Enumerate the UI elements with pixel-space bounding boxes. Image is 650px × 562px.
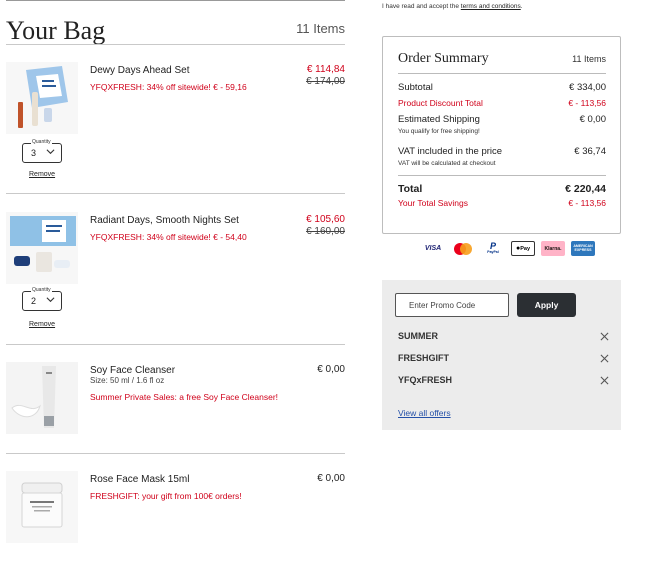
item-price: € 0,00 <box>317 364 345 375</box>
klarna-icon: Klarna. <box>541 241 565 256</box>
close-icon[interactable] <box>600 354 609 363</box>
product-image-dewy-days[interactable] <box>6 62 78 134</box>
vat-value: € 36,74 <box>574 146 606 157</box>
apply-button[interactable]: Apply <box>517 293 576 317</box>
paypal-icon: P PayPal <box>487 241 499 255</box>
amex-icon: AMERICAN EXPRESS <box>571 241 595 256</box>
bag-title-divider <box>6 44 345 45</box>
summary-title: Order Summary <box>398 51 489 66</box>
savings-value: € - 113,56 <box>568 198 606 208</box>
item-name[interactable]: Dewy Days Ahead Set <box>90 65 190 76</box>
terms-text: I have read and accept the <box>382 3 461 10</box>
bag-item-count: 11 Items <box>296 21 345 36</box>
vat-label: VAT included in the price <box>398 146 503 157</box>
bag-item-soy-cleanser: Soy Face Cleanser Size: 50 ml / 1.6 fl o… <box>6 362 345 436</box>
visa-icon: VISA <box>424 245 442 252</box>
bag-title: Your Bag <box>6 16 106 45</box>
promo-code-summer: SUMMER <box>398 331 438 341</box>
summary-item-count: 11 Items <box>572 54 606 64</box>
chevron-down-icon <box>46 297 55 303</box>
product-image-rose-mask[interactable] <box>6 471 78 543</box>
item-promo: YFQXFRESH: 34% off sitewide! € - 59,16 <box>90 82 247 92</box>
terms-end: . <box>520 3 523 10</box>
bag-item-dewy-days: Dewy Days Ahead Set YFQXFRESH: 34% off s… <box>6 62 345 182</box>
order-summary: Order Summary 11 Items Subtotal € 334,00… <box>382 36 621 234</box>
item-price: € 105,60 <box>306 214 345 225</box>
remove-link[interactable]: Remove <box>29 171 55 178</box>
view-all-offers-link[interactable]: View all offers <box>398 408 451 418</box>
subtotal-value: € 334,00 <box>569 82 606 93</box>
quantity-label: Quantity <box>31 139 52 145</box>
item-divider <box>6 453 345 454</box>
close-icon[interactable] <box>600 376 609 385</box>
item-price: € 114,84 <box>306 64 345 75</box>
apple-pay-icon: ● Pay <box>511 241 535 256</box>
chevron-down-icon <box>46 149 55 155</box>
terms-link[interactable]: terms and conditions <box>461 3 521 10</box>
quantity-label: Quantity <box>31 287 52 293</box>
shipping-value: € 0,00 <box>579 114 606 125</box>
item-promo: YFQXFRESH: 34% off sitewide! € - 54,40 <box>90 232 247 242</box>
close-icon[interactable] <box>600 332 609 341</box>
mastercard-icon <box>451 241 475 256</box>
item-name[interactable]: Radiant Days, Smooth Nights Set <box>90 215 239 226</box>
item-promo: FRESHGIFT: your gift from 100€ orders! <box>90 491 242 501</box>
terms-notice: I have read and accept the terms and con… <box>382 3 523 10</box>
total-value: € 220,44 <box>565 183 606 195</box>
discount-value: € - 113,56 <box>568 98 606 108</box>
item-price: € 0,00 <box>317 473 345 484</box>
savings-label: Your Total Savings <box>398 198 468 208</box>
shipping-label: Estimated Shipping <box>398 114 480 125</box>
item-name[interactable]: Rose Face Mask 15ml <box>90 474 189 485</box>
payment-methods: VISA P PayPal ● Pay Klarna. AMERICAN EXPRE… <box>421 241 595 258</box>
product-image-soy-cleanser[interactable] <box>6 362 78 434</box>
product-image-radiant-days[interactable] <box>6 212 78 284</box>
shipping-note: You qualify for free shipping! <box>398 128 480 135</box>
item-size: Size: 50 ml / 1.6 fl oz <box>90 376 165 385</box>
top-divider <box>6 0 345 1</box>
promo-code-yfqxfresh: YFQxFRESH <box>398 375 453 385</box>
bag-item-rose-mask: Rose Face Mask 15ml FRESHGIFT: your gift… <box>6 471 345 545</box>
remove-link[interactable]: Remove <box>29 321 55 328</box>
item-divider <box>6 344 345 345</box>
item-divider <box>6 193 345 194</box>
quantity-select[interactable]: Quantity 2 <box>22 287 62 311</box>
quantity-select[interactable]: Quantity 3 <box>22 139 62 163</box>
item-promo: Summer Private Sales: a free Soy Face Cl… <box>90 392 279 402</box>
summary-divider <box>398 175 606 176</box>
quantity-value: 3 <box>31 148 37 158</box>
summary-divider <box>398 73 606 74</box>
item-name[interactable]: Soy Face Cleanser <box>90 365 175 376</box>
promo-code-freshgift: FRESHGIFT <box>398 353 449 363</box>
promo-panel: Enter Promo Code Apply SUMMER FRESHGIFT … <box>382 280 621 430</box>
total-label: Total <box>398 183 423 195</box>
discount-label: Product Discount Total <box>398 98 483 108</box>
bag-item-radiant-days: Radiant Days, Smooth Nights Set YFQXFRES… <box>6 212 345 332</box>
vat-note: VAT will be calculated at checkout <box>398 160 496 167</box>
item-old-price: € 174,00 <box>306 76 345 87</box>
quantity-value: 2 <box>31 296 37 306</box>
promo-code-input[interactable]: Enter Promo Code <box>395 293 509 317</box>
item-old-price: € 160,00 <box>306 226 345 237</box>
subtotal-label: Subtotal <box>398 82 433 93</box>
